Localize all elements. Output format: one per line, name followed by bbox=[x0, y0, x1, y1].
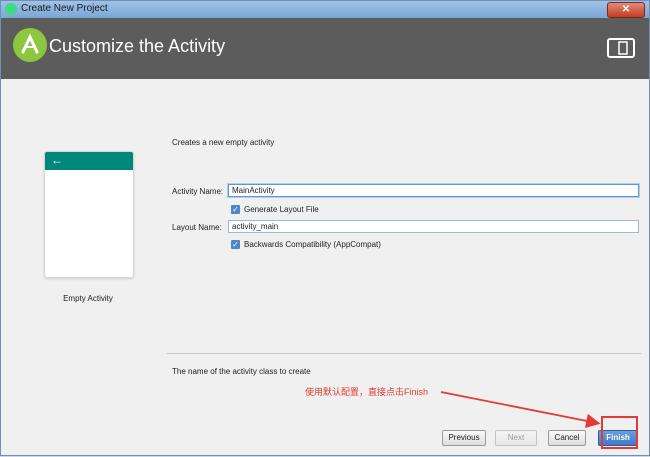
next-button[interactable]: Next bbox=[495, 430, 537, 446]
finish-highlight-box bbox=[601, 416, 638, 449]
annotation-arrow bbox=[440, 391, 601, 428]
cancel-button[interactable]: Cancel bbox=[548, 430, 586, 446]
previous-button[interactable]: Previous bbox=[442, 430, 486, 446]
create-project-window: Create New Project ✕ Customize the Activ… bbox=[0, 0, 650, 456]
